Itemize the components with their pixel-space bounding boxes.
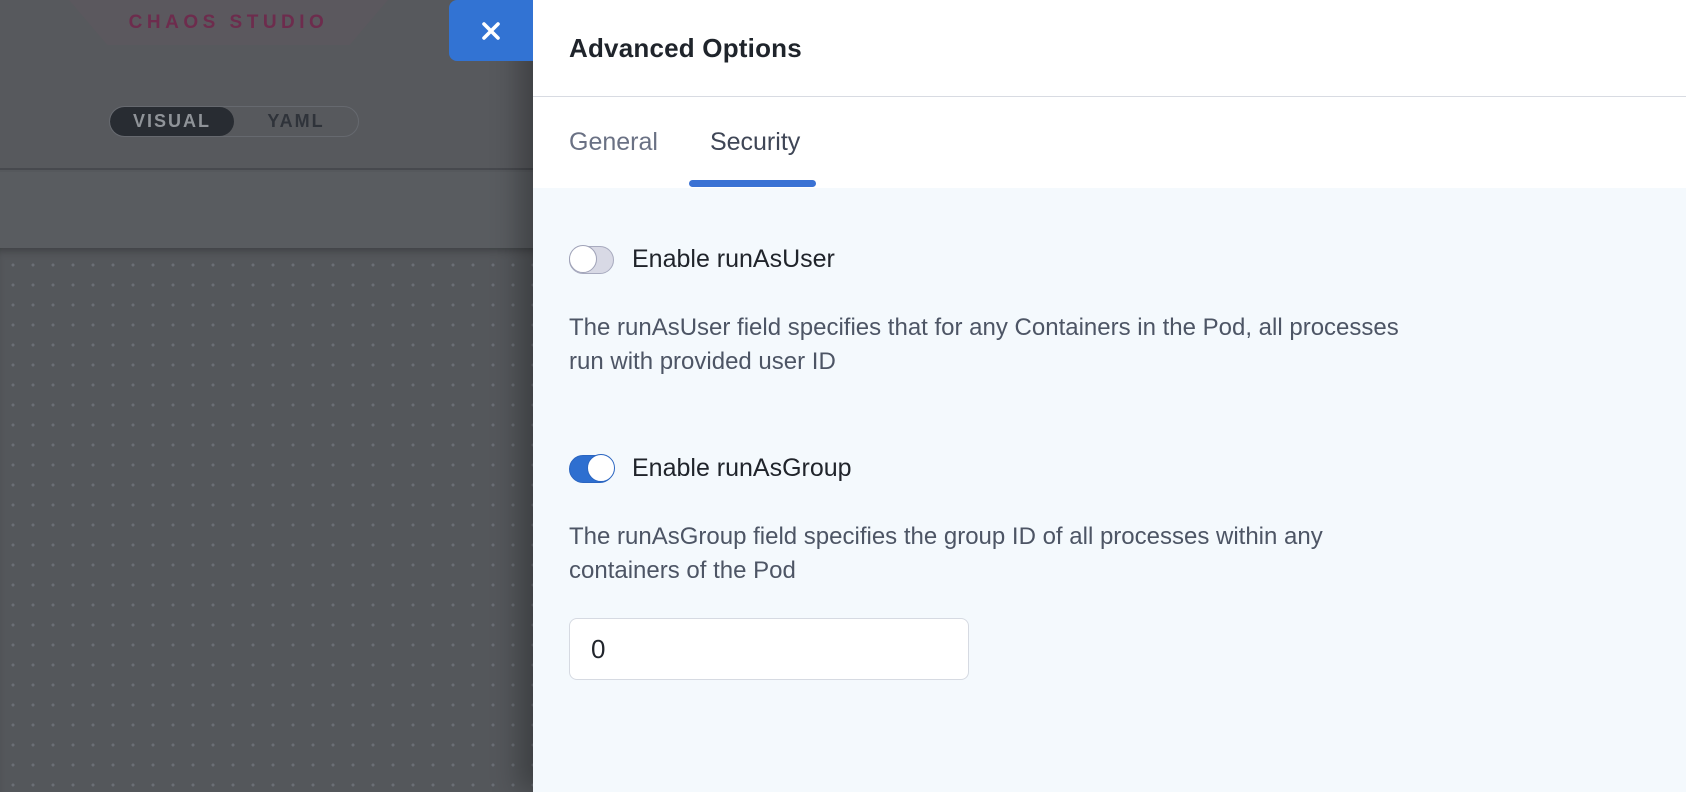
drawer-title: Advanced Options bbox=[569, 33, 802, 64]
toggle-knob bbox=[569, 245, 597, 273]
tab-security[interactable]: Security bbox=[710, 97, 800, 188]
yaml-mode-button[interactable]: YAML bbox=[234, 107, 358, 136]
run-as-group-description: The runAsGroup field specifies the group… bbox=[569, 520, 1650, 588]
close-button[interactable] bbox=[449, 0, 533, 61]
run-as-user-label: Enable runAsUser bbox=[632, 245, 835, 274]
advanced-options-drawer: Advanced Options General Security Enable… bbox=[533, 0, 1686, 792]
run-as-user-description: The runAsUser field specifies that for a… bbox=[569, 311, 1650, 379]
run-as-group-value-input[interactable] bbox=[569, 618, 969, 680]
security-tab-panel: Enable runAsUser The runAsUser field spe… bbox=[533, 188, 1686, 792]
run-as-group-label: Enable runAsGroup bbox=[632, 454, 852, 483]
run-as-user-row: Enable runAsUser bbox=[569, 245, 1650, 274]
run-as-group-toggle[interactable] bbox=[569, 455, 614, 483]
drawer-header: Advanced Options bbox=[533, 0, 1686, 97]
run-as-user-toggle[interactable] bbox=[569, 246, 614, 274]
drawer-tabs: General Security bbox=[533, 97, 1686, 188]
tab-general[interactable]: General bbox=[569, 97, 658, 188]
brand-title: CHAOS STUDIO bbox=[129, 12, 329, 34]
brand-banner: CHAOS STUDIO bbox=[69, 0, 388, 45]
visual-mode-button[interactable]: VISUAL bbox=[110, 107, 234, 136]
active-tab-underline bbox=[689, 180, 816, 187]
close-icon bbox=[480, 20, 502, 42]
view-mode-toggle: VISUAL YAML bbox=[109, 106, 359, 137]
run-as-group-row: Enable runAsGroup bbox=[569, 454, 1650, 483]
tab-security-label: Security bbox=[710, 128, 800, 157]
toggle-knob bbox=[587, 454, 615, 482]
